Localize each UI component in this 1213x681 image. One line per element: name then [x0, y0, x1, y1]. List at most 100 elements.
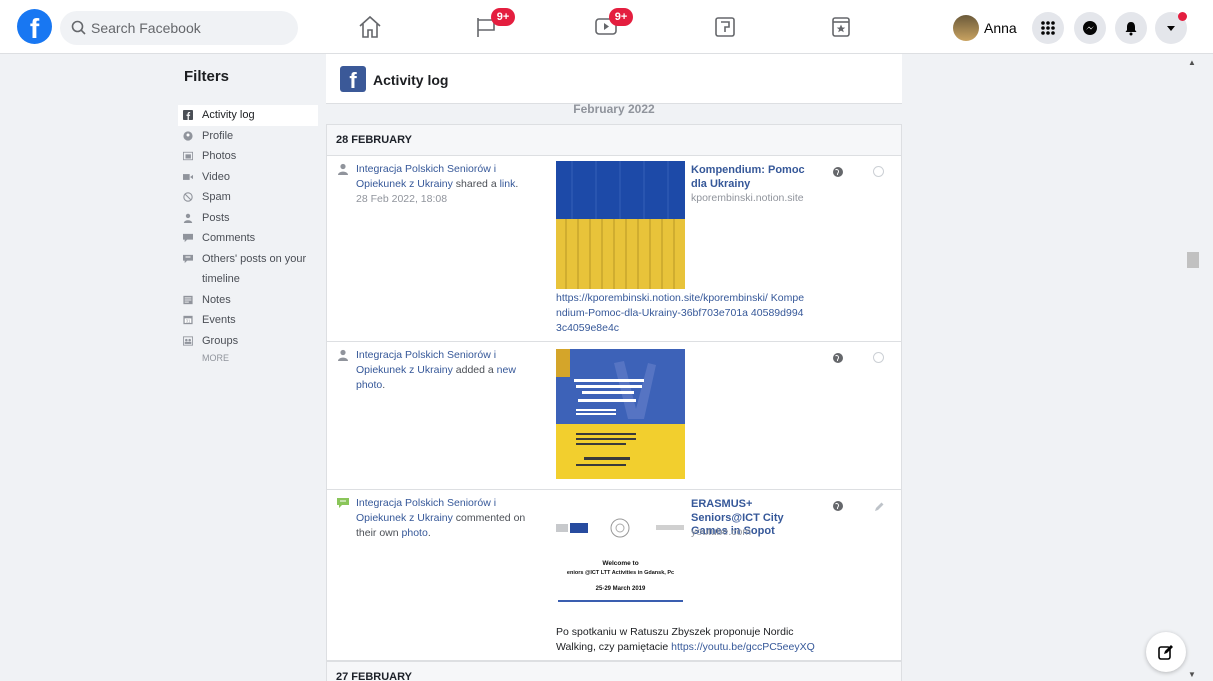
entry-description: Integracja Polskich Seniorów i Opiekunek…: [356, 496, 546, 541]
thumb-dates: 25-29 March 2019: [595, 586, 646, 592]
entry-timestamp[interactable]: 28 Feb 2022, 18:08: [356, 192, 546, 207]
facebook-square-logo: f: [340, 66, 366, 93]
profile-icon: [183, 130, 193, 141]
audience-globe-icon[interactable]: [832, 500, 844, 512]
entry-end: .: [515, 178, 519, 190]
youtube-thumbnail[interactable]: Welcome to eniors @ICT LTT Activities in…: [556, 500, 685, 615]
activity-entry: Integracja Polskich Seniorów i Opiekunek…: [326, 342, 902, 490]
filter-label: Posts: [202, 211, 230, 224]
watch-badge: 9+: [609, 8, 633, 26]
activity-log-header: f Activity log: [326, 54, 902, 104]
comment-icon: [337, 498, 349, 508]
filter-activity-log[interactable]: Activity log: [178, 105, 318, 126]
shared-link-domain: kporembinski.notion.site: [691, 192, 804, 204]
entry-action: added a: [452, 364, 497, 376]
search-placeholder: Search Facebook: [91, 20, 201, 36]
notifications-button[interactable]: [1115, 12, 1147, 44]
object-link[interactable]: link: [500, 178, 516, 190]
select-radio[interactable]: [873, 166, 884, 177]
avatar: [953, 15, 979, 41]
messenger-icon: [1083, 21, 1097, 35]
audience-globe-icon[interactable]: [832, 166, 844, 178]
day-heading: 28 FEBRUARY: [326, 124, 902, 156]
pencil-icon[interactable]: [873, 501, 885, 513]
comments-icon: [183, 233, 193, 243]
spam-icon: [183, 192, 193, 202]
select-radio[interactable]: [873, 352, 884, 363]
photos-icon: [183, 151, 193, 161]
filter-list: Activity log Profile Photos Video Spam P…: [178, 105, 318, 363]
filter-others-posts[interactable]: Others' posts on your: [178, 249, 318, 270]
filter-notes[interactable]: Notes: [178, 290, 318, 311]
filter-label: Groups: [202, 334, 239, 347]
new-message-button[interactable]: [1146, 632, 1186, 672]
facebook-icon: [183, 110, 193, 120]
posts-icon: [183, 213, 193, 223]
filter-label: Photos: [202, 150, 237, 162]
scroll-thumb[interactable]: [1187, 252, 1199, 268]
activity-entry: Integracja Polskich Seniorów i Opiekunek…: [326, 156, 902, 342]
filters-title: Filters: [184, 68, 230, 85]
menu-button[interactable]: [1032, 12, 1064, 44]
filter-label: Comments: [202, 232, 256, 244]
entry-end: .: [427, 527, 431, 539]
entry-end: .: [382, 379, 386, 391]
filter-more-link[interactable]: MORE: [178, 353, 318, 363]
thumb-welcome: Welcome to: [602, 560, 639, 567]
video-icon: [183, 173, 193, 180]
filter-video[interactable]: Video: [178, 167, 318, 188]
filter-label: Others' posts on your: [202, 252, 307, 265]
grid-menu-icon: [1041, 21, 1055, 35]
filter-profile[interactable]: Profile: [178, 126, 318, 147]
person-icon: [338, 163, 348, 175]
shared-link-thumbnail[interactable]: [556, 161, 685, 289]
facebook-logo[interactable]: f: [17, 9, 52, 44]
comment-link[interactable]: https://youtu.be/gccPC5eeyXQ: [671, 641, 815, 653]
shared-link-domain: youtube.com: [691, 526, 752, 538]
audience-globe-icon[interactable]: [832, 352, 844, 364]
top-navigation-bar: f Search Facebook 9+ 9+ Anna: [0, 0, 1213, 54]
groups-icon: [183, 335, 193, 346]
filter-photos[interactable]: Photos: [178, 146, 318, 167]
person-icon: [338, 349, 348, 361]
compose-icon: [1158, 645, 1173, 660]
user-name: Anna: [984, 20, 1017, 36]
scroll-down-arrow[interactable]: ▼: [1188, 670, 1196, 679]
scroll-up-arrow[interactable]: ▲: [1188, 58, 1196, 67]
photo-thumbnail[interactable]: [556, 349, 685, 479]
activity-log-column: f Activity log February 2022 28 FEBRUARY…: [326, 54, 902, 681]
events-icon: 31: [183, 315, 193, 325]
messenger-button[interactable]: [1074, 12, 1106, 44]
bell-icon: [1125, 22, 1137, 36]
filter-groups[interactable]: Groups: [178, 331, 318, 352]
filter-label: Notes: [202, 293, 231, 306]
filter-label: Spam: [202, 191, 231, 203]
account-notification-dot: [1178, 12, 1187, 21]
object-link[interactable]: photo: [402, 527, 428, 539]
search-input[interactable]: Search Facebook: [60, 11, 298, 45]
svg-text:31: 31: [186, 319, 191, 324]
shared-link-title[interactable]: Kompendium: Pomoc dla Ukrainy: [691, 164, 819, 191]
filter-label: Video: [202, 170, 230, 183]
filter-label: Activity log: [202, 109, 255, 121]
entry-description: Integracja Polskich Seniorów i Opiekunek…: [356, 162, 546, 207]
filter-label: Events: [202, 314, 236, 326]
filter-others-posts-cont[interactable]: timeline: [178, 269, 318, 290]
filter-posts[interactable]: Posts: [178, 208, 318, 229]
home-icon[interactable]: [356, 13, 384, 41]
logos-strip: [556, 518, 684, 538]
page-title: Activity log: [373, 72, 449, 88]
page-scrollbar[interactable]: [1186, 54, 1200, 681]
filter-events[interactable]: 31 Events: [178, 310, 318, 331]
filter-label: Profile: [202, 129, 234, 142]
gaming-icon[interactable]: [711, 13, 739, 41]
month-heading: February 2022: [573, 102, 655, 116]
shared-url[interactable]: https://kporembinski.notion.site/kporemb…: [556, 291, 806, 336]
filter-spam[interactable]: Spam: [178, 187, 318, 208]
activity-entry: Integracja Polskich Seniorów i Opiekunek…: [326, 490, 902, 661]
thumb-venue-line: [558, 600, 683, 602]
day-heading: 27 FEBRUARY: [326, 661, 902, 681]
events-star-icon[interactable]: [827, 13, 855, 41]
comment-text: Po spotkaniu w Ratuszu Zbyszek proponuje…: [556, 625, 826, 655]
filter-comments[interactable]: Comments: [178, 228, 318, 249]
